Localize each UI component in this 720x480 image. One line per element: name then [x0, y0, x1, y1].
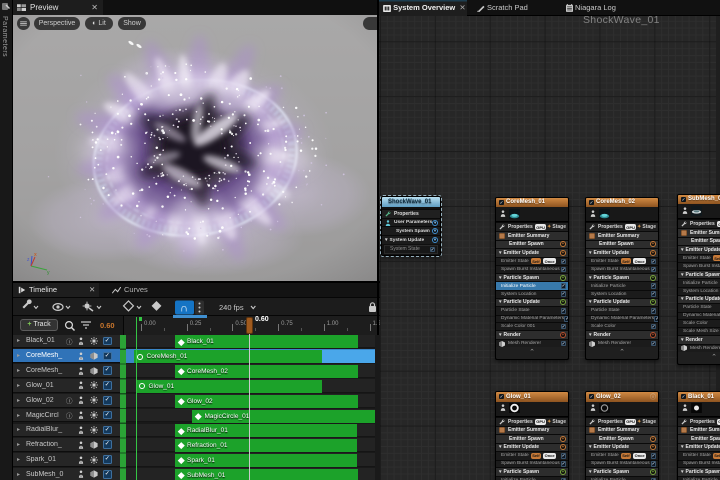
svg-text:240 fps: 240 fps: [219, 303, 244, 312]
svg-text:∩: ∩: [180, 303, 188, 315]
svg-text:x: x: [34, 252, 37, 258]
